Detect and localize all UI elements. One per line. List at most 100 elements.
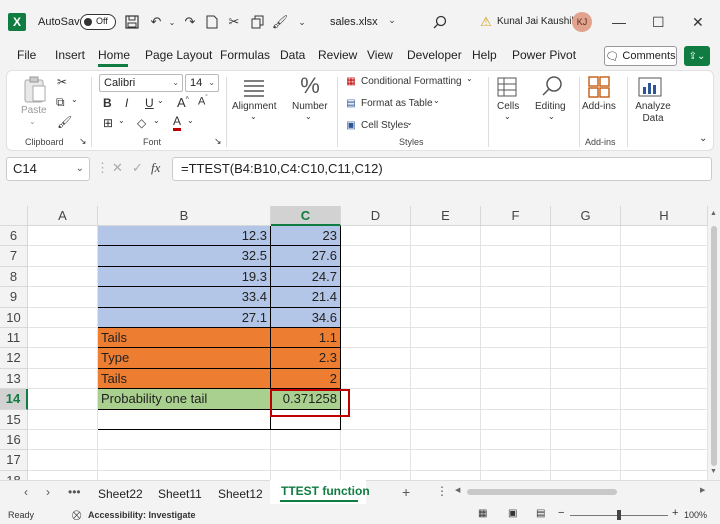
customize-toolbar-icon[interactable]: ⌄ [294, 14, 310, 30]
zoom-in-button[interactable]: + [672, 507, 678, 519]
cell-f6[interactable] [481, 226, 551, 247]
comments-button[interactable]: 🗨 Comments [604, 46, 677, 66]
cell-d11[interactable] [341, 328, 411, 349]
tab-page-layout[interactable]: Page Layout [145, 48, 212, 62]
cell-b16[interactable] [98, 430, 271, 451]
row-header[interactable]: 11 [0, 328, 28, 349]
cell-a9[interactable] [28, 287, 98, 308]
alignment-dropdown-icon[interactable]: ⌄ [250, 112, 257, 121]
font-color-icon[interactable]: A [173, 115, 182, 131]
cell-d12[interactable] [341, 348, 411, 369]
column-header-a[interactable]: A [28, 206, 98, 226]
share-button[interactable]: ⇪⌄ [684, 46, 710, 66]
more-options-icon[interactable]: ⋮ [96, 160, 109, 176]
cell-g14[interactable] [551, 389, 621, 410]
row-header[interactable]: 10 [0, 307, 28, 328]
fill-color-icon[interactable]: ◇ [137, 116, 146, 130]
cell-d13[interactable] [341, 368, 411, 390]
tab-help[interactable]: Help [472, 48, 497, 62]
cell-g16[interactable] [551, 430, 621, 451]
sheet-tab[interactable]: Sheet12 [218, 487, 263, 501]
cell-c18[interactable] [271, 470, 341, 480]
cell-f11[interactable] [481, 328, 551, 349]
cell-c8[interactable]: 24.7 [271, 266, 341, 288]
cell-a18[interactable] [28, 470, 98, 480]
font-family-select[interactable]: Calibri ⌄ [99, 74, 183, 92]
tab-power-pivot[interactable]: Power Pivot [512, 48, 576, 62]
row-header[interactable]: 6 [0, 226, 28, 247]
cells-label[interactable]: Cells [497, 101, 519, 112]
cell-d6[interactable] [341, 226, 411, 247]
cell-e15[interactable] [411, 409, 481, 430]
row-header[interactable]: 17 [0, 450, 28, 471]
format-as-table-button[interactable]: Format as Table [361, 98, 433, 109]
row-header[interactable]: 9 [0, 287, 28, 308]
cell-h15[interactable] [621, 409, 708, 430]
conditional-formatting-button[interactable]: Conditional Formatting [361, 76, 462, 87]
cell-a10[interactable] [28, 307, 98, 328]
cell-h7[interactable] [621, 246, 708, 267]
column-header-b[interactable]: B [98, 206, 271, 226]
font-grow-icon[interactable]: A^ [177, 95, 189, 110]
file-name[interactable]: sales.xlsx [330, 16, 378, 28]
borders-dropdown-icon[interactable]: ⌄ [118, 116, 125, 125]
cell-h6[interactable] [621, 226, 708, 247]
previous-sheet-icon[interactable]: ‹ [24, 485, 28, 499]
cell-e11[interactable] [411, 328, 481, 349]
row-header[interactable]: 8 [0, 266, 28, 288]
cell-c13[interactable]: 2 [271, 368, 341, 390]
tab-insert[interactable]: Insert [55, 48, 85, 62]
user-name[interactable]: Kunal Jai Kaushik [497, 16, 577, 27]
cell-d16[interactable] [341, 430, 411, 451]
cell-e13[interactable] [411, 368, 481, 390]
tab-developer[interactable]: Developer [407, 48, 462, 62]
copy-icon[interactable] [250, 14, 266, 30]
row-header[interactable]: 13 [0, 368, 28, 390]
cell-c17[interactable] [271, 450, 341, 471]
cell-d8[interactable] [341, 266, 411, 288]
cell-h13[interactable] [621, 368, 708, 390]
cell-b10[interactable]: 27.1 [98, 307, 271, 328]
cell-f10[interactable] [481, 307, 551, 328]
cell-h17[interactable] [621, 450, 708, 471]
cut-icon[interactable]: ✂ [226, 14, 242, 30]
cell-d18[interactable] [341, 470, 411, 480]
accessibility-status[interactable]: Accessibility: Investigate [88, 510, 196, 520]
number-label[interactable]: Number [292, 101, 328, 112]
cell-g15[interactable] [551, 409, 621, 430]
cell-b15[interactable] [98, 409, 271, 430]
cell-h9[interactable] [621, 287, 708, 308]
cell-c7[interactable]: 27.6 [271, 246, 341, 267]
cell-h11[interactable] [621, 328, 708, 349]
bold-button[interactable]: B [103, 96, 112, 110]
cell-d9[interactable] [341, 287, 411, 308]
paste-icon[interactable] [21, 75, 49, 105]
undo-dropdown-icon[interactable]: ⌄ [164, 14, 180, 30]
clipboard-launcher-icon[interactable]: ↘ [79, 136, 87, 147]
scroll-down-icon[interactable]: ▼ [710, 468, 717, 475]
cell-a15[interactable] [28, 409, 98, 430]
cell-c12[interactable]: 2.3 [271, 348, 341, 369]
tab-data[interactable]: Data [280, 48, 305, 62]
page-layout-view-icon[interactable]: ▣ [508, 508, 517, 519]
cell-f17[interactable] [481, 450, 551, 471]
cell-e9[interactable] [411, 287, 481, 308]
scroll-thumb[interactable] [711, 226, 717, 466]
accessibility-icon[interactable]: ⛒ [72, 510, 81, 521]
number-dropdown-icon[interactable]: ⌄ [305, 112, 312, 121]
cell-f16[interactable] [481, 430, 551, 451]
cell-g9[interactable] [551, 287, 621, 308]
cell-styles-button[interactable]: Cell Styles [361, 120, 408, 131]
select-all-corner[interactable] [0, 206, 28, 226]
cell-c11[interactable]: 1.1 [271, 328, 341, 349]
column-header-g[interactable]: G [551, 206, 621, 226]
cell-f9[interactable] [481, 287, 551, 308]
cell-b12[interactable]: Type [98, 348, 271, 369]
analyze-data-label[interactable]: Analyze Data [635, 101, 671, 125]
cell-b18[interactable] [98, 470, 271, 480]
filename-chevron-icon[interactable]: ⌄ [384, 12, 400, 28]
cell-g8[interactable] [551, 266, 621, 288]
cell-f15[interactable] [481, 409, 551, 430]
cell-e6[interactable] [411, 226, 481, 247]
cell-c6[interactable]: 23 [271, 226, 341, 247]
